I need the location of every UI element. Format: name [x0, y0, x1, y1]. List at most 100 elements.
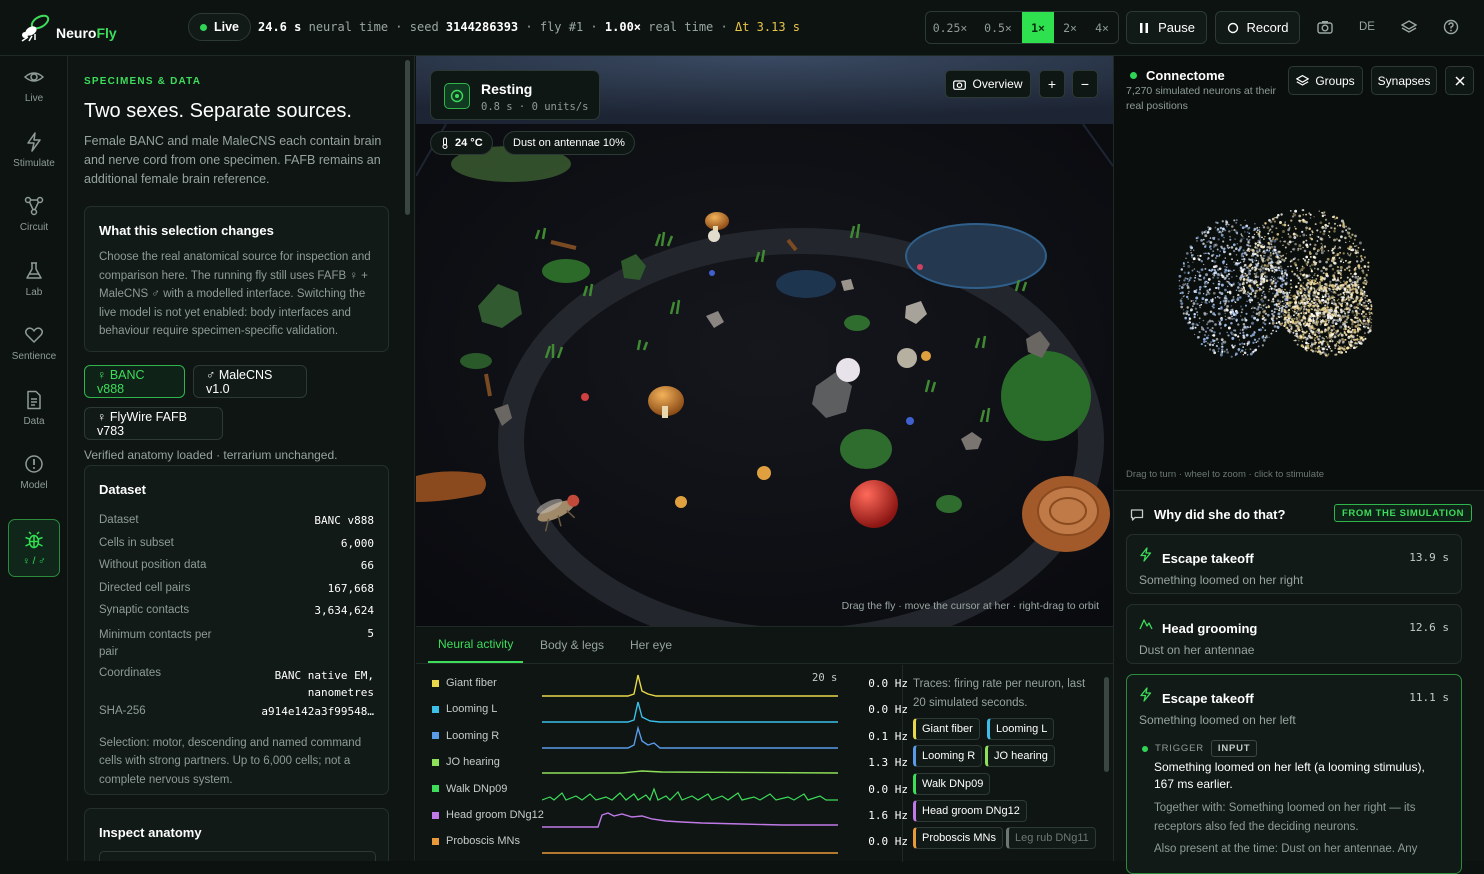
neuron-tag[interactable]: JO hearing	[985, 745, 1055, 767]
neuron-point	[1257, 260, 1260, 262]
specimens-data-panel: SPECIMENS & DATA Two sexes. Separate sou…	[68, 56, 415, 861]
neuron-point	[1219, 302, 1222, 305]
rail-item-lab[interactable]: Lab	[0, 250, 68, 308]
neuron-point	[1252, 350, 1255, 353]
neuron-point	[1247, 247, 1250, 250]
neuron-point	[1225, 274, 1229, 278]
neuron-point	[1302, 310, 1304, 313]
camera-icon[interactable]	[1315, 17, 1335, 37]
neuron-point	[1344, 308, 1346, 310]
neuron-point	[1287, 224, 1290, 227]
trace-row[interactable]: Head groom DNg12	[432, 802, 544, 828]
connectome-3d-view[interactable]	[1114, 176, 1484, 466]
neuron-point	[1275, 216, 1279, 219]
pause-button[interactable]: Pause	[1126, 11, 1207, 44]
terrarium-3d-viewport[interactable]: Resting 0.8 s · 0 units/s 24 °C Dust on …	[416, 56, 1113, 626]
trace-row[interactable]: Giant fiber	[432, 670, 497, 696]
speed-option[interactable]: 2×	[1054, 12, 1086, 43]
neuron-tag[interactable]: Looming R	[913, 745, 983, 767]
neuron-point	[1305, 229, 1307, 231]
source-chip-fafb[interactable]: ♀ FlyWire FAFB v783	[84, 407, 223, 440]
neuron-point	[1296, 310, 1299, 312]
neuron-point	[1339, 273, 1342, 276]
neuron-point	[1333, 246, 1336, 250]
trace-row[interactable]: Proboscis MNs	[432, 828, 520, 854]
neuron-point	[1348, 245, 1352, 248]
neuron-point	[1309, 217, 1312, 219]
zoom-out-button[interactable]: −	[1072, 70, 1098, 98]
neuron-point	[1249, 269, 1252, 272]
trace-row[interactable]: Walk DNp09	[432, 776, 507, 802]
live-status-pill[interactable]: Live	[188, 13, 252, 41]
speed-option[interactable]: 4×	[1086, 12, 1118, 43]
neuron-point	[1187, 310, 1189, 313]
source-chip-banc[interactable]: ♀ BANC v888	[84, 365, 185, 398]
tab-neural-activity[interactable]: Neural activity	[428, 627, 524, 663]
neuron-point	[1309, 255, 1312, 258]
speed-option[interactable]: 0.5×	[974, 12, 1022, 43]
neuron-point	[1244, 219, 1246, 221]
neuron-point	[1178, 287, 1181, 290]
language-toggle[interactable]: DE	[1357, 17, 1377, 37]
rail-item-model[interactable]: Model	[0, 443, 68, 501]
neuron-point	[1229, 292, 1232, 295]
event-card-expanded[interactable]: Escape takeoff 11.1 s Something loomed o…	[1126, 674, 1462, 874]
synapses-button[interactable]: Synapses	[1371, 66, 1437, 95]
rail-item-specimens[interactable]: ♀ / ♂	[8, 519, 60, 577]
trace-row[interactable]: Looming R	[432, 723, 499, 749]
rail-item-data[interactable]: Data	[0, 379, 68, 437]
neuron-point	[1290, 219, 1293, 222]
neuron-tag[interactable]: Walk DNp09	[913, 773, 991, 795]
stimulus-chip[interactable]: Dust on antennae 10%	[503, 131, 635, 155]
neuron-tag-inactive[interactable]: Leg rub DNg11	[1006, 827, 1096, 849]
tab-her-eye[interactable]: Her eye	[630, 627, 672, 663]
tab-body-legs[interactable]: Body & legs	[540, 627, 604, 663]
neuron-point	[1239, 261, 1242, 264]
neuron-point	[1322, 266, 1326, 270]
speed-option-active[interactable]: 1×	[1022, 12, 1054, 43]
app-logo[interactable]: NeuroFly	[18, 13, 117, 43]
neuron-point	[1308, 342, 1310, 345]
left-panel-scrollbar[interactable]	[405, 60, 410, 215]
neuron-tag[interactable]: Head groom DNg12	[913, 800, 1027, 822]
neuron-point	[1207, 278, 1211, 281]
zoom-in-button[interactable]: +	[1039, 70, 1065, 98]
neuron-point	[1362, 281, 1366, 285]
temperature-chip[interactable]: 24 °C	[430, 131, 493, 155]
event-card[interactable]: Head grooming 12.6 s Dust on her antenna…	[1126, 604, 1462, 664]
rail-item-live[interactable]: Live	[0, 56, 68, 114]
record-button[interactable]: Record	[1215, 11, 1300, 44]
source-chip-malecns[interactable]: ♂ MaleCNS v1.0	[193, 365, 307, 398]
neuron-point	[1313, 274, 1316, 277]
neuron-point	[1291, 215, 1295, 218]
trace-row[interactable]: JO hearing	[432, 749, 500, 775]
neuron-point	[1251, 235, 1255, 239]
speed-option[interactable]: 0.25×	[926, 12, 974, 43]
neuron-point	[1289, 210, 1292, 212]
neuron-point	[1351, 328, 1354, 331]
neuron-point	[1212, 334, 1216, 337]
trace-row[interactable]: Looming L	[432, 696, 497, 722]
rail-item-stimulate[interactable]: Stimulate	[0, 121, 68, 179]
neuron-point	[1178, 280, 1181, 282]
neuron-tag[interactable]: Looming L	[987, 718, 1055, 740]
close-connectome-button[interactable]	[1445, 66, 1474, 95]
neuron-point	[1256, 229, 1259, 232]
groups-button[interactable]: Groups	[1288, 66, 1363, 95]
event-card[interactable]: Escape takeoff 13.9 s Something loomed o…	[1126, 534, 1462, 594]
neuron-point	[1241, 328, 1244, 332]
neuron-point	[1326, 304, 1328, 306]
rail-item-circuit[interactable]: Circuit	[0, 185, 68, 243]
neuron-point	[1369, 316, 1371, 318]
neuron-point	[1192, 305, 1194, 307]
rail-item-sentience[interactable]: Sentience	[0, 314, 68, 372]
bottom-scrollbar[interactable]	[1104, 677, 1109, 772]
neuron-point	[1242, 249, 1245, 252]
neuron-tag[interactable]: Giant fiber	[913, 718, 980, 740]
overview-button[interactable]: Overview	[945, 70, 1031, 98]
layers-icon[interactable]	[1399, 17, 1419, 37]
help-icon[interactable]	[1441, 17, 1461, 37]
neuron-point	[1294, 301, 1296, 304]
inspect-anatomy-selector[interactable]	[99, 851, 376, 861]
neuron-tag[interactable]: Proboscis MNs	[913, 827, 1003, 849]
